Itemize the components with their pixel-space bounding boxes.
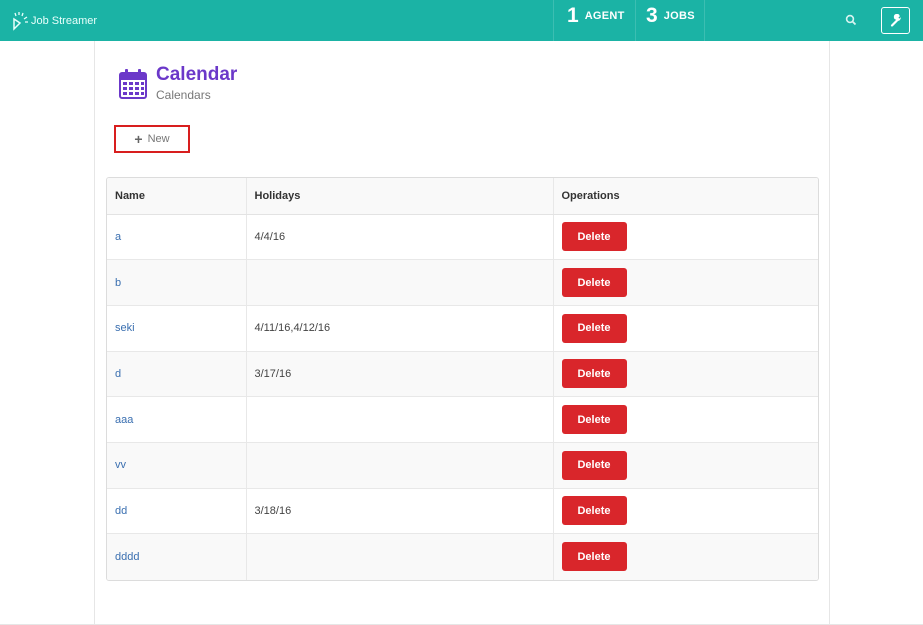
holidays-cell: 4/11/16,4/12/16 bbox=[245, 305, 553, 352]
new-calendar-button[interactable]: + New bbox=[114, 125, 190, 153]
page-title: Calendar bbox=[156, 64, 238, 85]
calendar-name-link[interactable]: aaa bbox=[115, 414, 133, 426]
holidays-cell: 3/18/16 bbox=[245, 488, 553, 535]
brand[interactable]: Job Streamer bbox=[11, 9, 97, 33]
holidays-cell: 4/4/16 bbox=[245, 214, 553, 261]
table-row: dddd Delete bbox=[107, 533, 818, 580]
search-icon bbox=[845, 14, 857, 26]
calendar-name-link[interactable]: seki bbox=[115, 322, 135, 334]
table-row: a 4/4/16 Delete bbox=[107, 214, 818, 261]
job-streamer-logo-icon bbox=[13, 12, 28, 31]
table-row: aaa Delete bbox=[107, 396, 818, 443]
calendar-name-link[interactable]: a bbox=[115, 231, 121, 243]
delete-button[interactable]: Delete bbox=[561, 268, 627, 298]
delete-button[interactable]: Delete bbox=[561, 405, 627, 435]
brand-label: Job Streamer bbox=[31, 15, 98, 27]
wrench-icon bbox=[890, 13, 901, 27]
holidays-cell bbox=[245, 396, 553, 443]
column-header-name: Name bbox=[107, 178, 246, 215]
table-row: dd 3/18/16 Delete bbox=[107, 488, 818, 535]
agent-count[interactable]: 1 AGENT bbox=[553, 0, 635, 41]
holidays-cell: 3/17/16 bbox=[245, 351, 553, 398]
delete-button[interactable]: Delete bbox=[561, 222, 627, 252]
calendar-name-link[interactable]: dd bbox=[115, 505, 127, 517]
calendar-name-link[interactable]: vv bbox=[115, 459, 126, 471]
jobs-count[interactable]: 3 JOBS bbox=[635, 0, 705, 41]
settings-button[interactable] bbox=[881, 7, 910, 34]
jobs-count-label: JOBS bbox=[663, 10, 695, 22]
table-row: seki 4/11/16,4/12/16 Delete bbox=[107, 305, 818, 352]
calendars-table: Name Holidays Operations a 4/4/16 Delete… bbox=[106, 177, 819, 581]
table-row: b Delete bbox=[107, 259, 818, 306]
delete-button[interactable]: Delete bbox=[561, 542, 627, 572]
column-header-operations: Operations bbox=[552, 178, 818, 215]
holidays-cell bbox=[245, 259, 553, 306]
holidays-cell bbox=[245, 533, 553, 580]
agent-count-label: AGENT bbox=[584, 10, 625, 22]
plus-icon: + bbox=[134, 131, 143, 147]
table-row: d 3/17/16 Delete bbox=[107, 351, 818, 398]
delete-button[interactable]: Delete bbox=[561, 496, 627, 526]
table-header-row: Name Holidays Operations bbox=[107, 178, 818, 215]
delete-button[interactable]: Delete bbox=[561, 359, 627, 389]
calendar-name-link[interactable]: b bbox=[115, 277, 121, 289]
agent-count-number: 1 bbox=[567, 4, 579, 27]
top-navbar: Job Streamer 1 AGENT 3 JOBS bbox=[0, 0, 923, 41]
page-subtitle: Calendars bbox=[156, 88, 211, 102]
holidays-cell bbox=[245, 442, 553, 489]
search-button[interactable] bbox=[838, 8, 864, 32]
page-header: Calendar Calendars bbox=[119, 65, 237, 102]
delete-button[interactable]: Delete bbox=[561, 313, 627, 343]
jobs-count-number: 3 bbox=[646, 4, 658, 27]
new-button-label: New bbox=[147, 133, 170, 145]
calendar-icon bbox=[119, 69, 147, 99]
delete-button[interactable]: Delete bbox=[561, 450, 627, 480]
calendar-name-link[interactable]: d bbox=[115, 368, 121, 380]
main-content: Calendar Calendars + New Name Holidays O… bbox=[94, 41, 830, 625]
calendar-name-link[interactable]: dddd bbox=[115, 551, 139, 563]
column-header-holidays: Holidays bbox=[245, 178, 553, 215]
table-row: vv Delete bbox=[107, 442, 818, 489]
